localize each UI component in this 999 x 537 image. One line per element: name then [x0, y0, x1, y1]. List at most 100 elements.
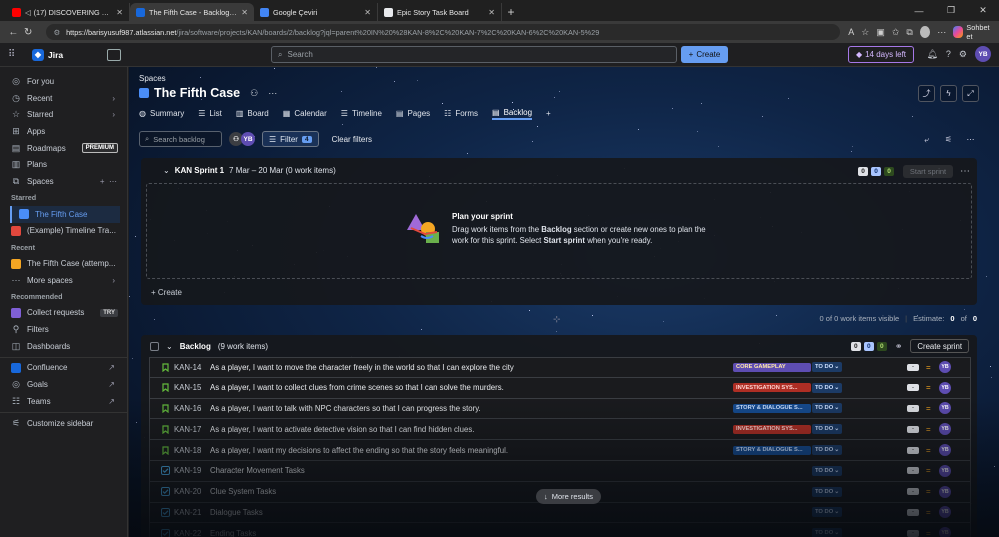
- assignee-avatar[interactable]: YB: [939, 506, 951, 519]
- sidebar-item-roadmaps[interactable]: ▤ Roadmaps PREMIUM: [0, 140, 127, 157]
- epic-lozenge[interactable]: STORY & DIALOGUE S...: [733, 403, 811, 413]
- epic-lozenge[interactable]: CORE GAMEPLAY: [733, 362, 811, 372]
- sidebar-item-example-timeline[interactable]: (Example) Timeline Tra...: [0, 223, 127, 240]
- backlog-checkbox[interactable]: [150, 342, 159, 351]
- status-dropdown[interactable]: TO DO ⌄: [812, 486, 843, 497]
- status-dropdown[interactable]: TO DO ⌄: [812, 424, 843, 435]
- backlog-row[interactable]: KAN-14 As a player, I want to move the ch…: [149, 357, 971, 378]
- chevron-down-icon[interactable]: ⌄: [166, 342, 173, 351]
- add-tab-button[interactable]: +: [546, 106, 551, 120]
- status-dropdown[interactable]: TO DO ⌄: [812, 362, 843, 373]
- estimate-badge[interactable]: -: [907, 384, 919, 392]
- sidebar-item-for-you[interactable]: ◎ For you: [0, 73, 127, 90]
- favorite-star-icon[interactable]: ☆: [861, 27, 869, 38]
- site-info-icon[interactable]: ⚙: [54, 28, 61, 37]
- work-item-summary[interactable]: As a player, I want my decisions to affe…: [210, 446, 970, 455]
- sidebar-item-confluence[interactable]: Confluence ↗: [0, 360, 127, 377]
- priority-medium-icon[interactable]: =: [926, 529, 934, 537]
- work-item-key[interactable]: KAN-20: [174, 487, 210, 496]
- new-tab-button[interactable]: +: [502, 3, 520, 21]
- backlog-row[interactable]: KAN-22 Ending Tasks TO DO ⌄ - = YB: [149, 523, 971, 537]
- start-sprint-button[interactable]: Start sprint: [903, 165, 953, 178]
- epic-lozenge[interactable]: INVESTIGATION SYS...: [733, 383, 811, 393]
- backlog-header[interactable]: ⌄ Backlog (9 work items): [150, 342, 268, 351]
- sprint-header[interactable]: ⌄ KAN Sprint 1 7 Mar – 20 Mar (0 work it…: [149, 166, 336, 175]
- automation-icon[interactable]: ϟ: [940, 85, 957, 102]
- status-dropdown[interactable]: TO DO ⌄: [812, 382, 843, 393]
- refresh-icon[interactable]: ↻: [21, 27, 36, 38]
- browser-tab-epic-board[interactable]: Epic Story Task Board ✕: [378, 3, 502, 21]
- estimate-badge[interactable]: -: [907, 508, 919, 516]
- backlog-row[interactable]: KAN-21 Dialogue Tasks TO DO ⌄ - = YB: [149, 502, 971, 524]
- fullscreen-icon[interactable]: ⤢: [962, 85, 979, 102]
- more-icon[interactable]: ⋯: [937, 27, 946, 38]
- close-icon[interactable]: ✕: [116, 8, 123, 17]
- sidebar-item-recent[interactable]: ◷ Recent ›: [0, 90, 127, 107]
- status-dropdown[interactable]: TO DO ⌄: [812, 507, 843, 518]
- estimate-badge[interactable]: -: [907, 446, 919, 454]
- split-screen-icon[interactable]: ▣: [876, 27, 885, 38]
- priority-medium-icon[interactable]: =: [926, 487, 934, 496]
- priority-medium-icon[interactable]: =: [926, 446, 934, 455]
- tab-calendar[interactable]: ▦ Calendar: [283, 106, 327, 120]
- work-item-summary[interactable]: As a player, I want to collect clues fro…: [210, 383, 970, 392]
- work-item-key[interactable]: KAN-14: [174, 363, 210, 372]
- tab-backlog[interactable]: ▤ Backlog: [492, 106, 533, 120]
- drag-handle-icon[interactable]: ⊹: [553, 314, 561, 325]
- assignee-avatar[interactable]: YB: [939, 444, 951, 457]
- filter-button[interactable]: ☰ Filter 4: [262, 131, 319, 147]
- close-icon[interactable]: ✕: [364, 8, 371, 17]
- work-item-summary[interactable]: Dialogue Tasks: [210, 508, 970, 517]
- sidebar-toggle-icon[interactable]: [107, 48, 122, 61]
- close-icon[interactable]: ✕: [241, 8, 248, 17]
- notifications-icon[interactable]: 🔔︎: [926, 49, 937, 60]
- sidebar-item-goals[interactable]: ◎ Goals ↗: [0, 376, 127, 393]
- close-icon[interactable]: ✕: [488, 8, 495, 17]
- create-sprint-button[interactable]: Create sprint: [910, 339, 969, 353]
- work-item-summary[interactable]: As a player, I want to activate detectiv…: [210, 425, 970, 434]
- estimate-badge[interactable]: -: [907, 488, 919, 496]
- share-icon[interactable]: ⤴: [918, 85, 935, 102]
- assignee-avatar[interactable]: YB: [939, 381, 951, 394]
- settings-icon[interactable]: ⚙: [959, 49, 967, 60]
- sidebar-item-filters[interactable]: ⚲ Filters: [0, 321, 127, 338]
- view-settings-icon[interactable]: ⚟: [940, 131, 957, 148]
- backlog-row[interactable]: KAN-16 As a player, I want to talk with N…: [149, 398, 971, 420]
- priority-medium-icon[interactable]: =: [926, 508, 934, 517]
- sidebar-item-teams[interactable]: ☷ Teams ↗: [0, 393, 127, 410]
- sidebar-item-apps[interactable]: ⊞ Apps: [0, 123, 127, 140]
- work-item-key[interactable]: KAN-17: [174, 425, 210, 434]
- status-dropdown[interactable]: TO DO ⌄: [812, 403, 843, 414]
- more-results-button[interactable]: ↓ More results: [536, 489, 602, 504]
- assignee-avatar[interactable]: YB: [939, 464, 951, 477]
- work-item-key[interactable]: KAN-22: [174, 529, 210, 537]
- app-switcher-icon[interactable]: ⠿: [8, 49, 24, 60]
- backlog-search-input[interactable]: ⌕ Search backlog: [139, 131, 222, 147]
- minimize-icon[interactable]: —: [903, 0, 935, 21]
- work-item-summary[interactable]: Ending Tasks: [210, 529, 970, 537]
- priority-medium-icon[interactable]: =: [926, 425, 934, 434]
- close-window-icon[interactable]: ✕: [967, 0, 999, 21]
- priority-medium-icon[interactable]: =: [926, 466, 934, 475]
- clear-filters-button[interactable]: Clear filters: [332, 135, 372, 144]
- add-and-more-icons[interactable]: + ⋯: [100, 177, 117, 186]
- more-icon[interactable]: ⋯: [960, 166, 971, 177]
- work-item-summary[interactable]: Character Movement Tasks: [210, 466, 970, 475]
- backlog-row[interactable]: KAN-15 As a player, I want to collect clu…: [149, 377, 971, 399]
- work-item-key[interactable]: KAN-18: [174, 446, 210, 455]
- tab-board[interactable]: ▥ Board: [236, 106, 269, 120]
- status-dropdown[interactable]: TO DO ⌄: [812, 528, 843, 537]
- sidebar-item-more-spaces[interactable]: ⋯ More spaces ›: [0, 272, 127, 289]
- sprint-create-button[interactable]: + Create: [151, 288, 182, 297]
- sidebar-item-the-fifth-case[interactable]: The Fifth Case: [10, 205, 120, 223]
- tab-pages[interactable]: ▤ Pages: [396, 106, 430, 120]
- create-button[interactable]: + Create: [681, 46, 728, 63]
- sidebar-item-plans[interactable]: ▥ Plans: [0, 156, 127, 173]
- assignee-avatar[interactable]: YB: [939, 402, 951, 415]
- global-search-input[interactable]: ⌕ Search: [271, 46, 677, 63]
- work-item-key[interactable]: KAN-16: [174, 404, 210, 413]
- work-item-key[interactable]: KAN-21: [174, 508, 210, 517]
- sidebar-item-dashboards[interactable]: ◫ Dashboards: [0, 338, 127, 355]
- trial-badge[interactable]: ◆ 14 days left: [848, 46, 914, 63]
- browser-tab-translate[interactable]: Google Çeviri ✕: [254, 3, 378, 21]
